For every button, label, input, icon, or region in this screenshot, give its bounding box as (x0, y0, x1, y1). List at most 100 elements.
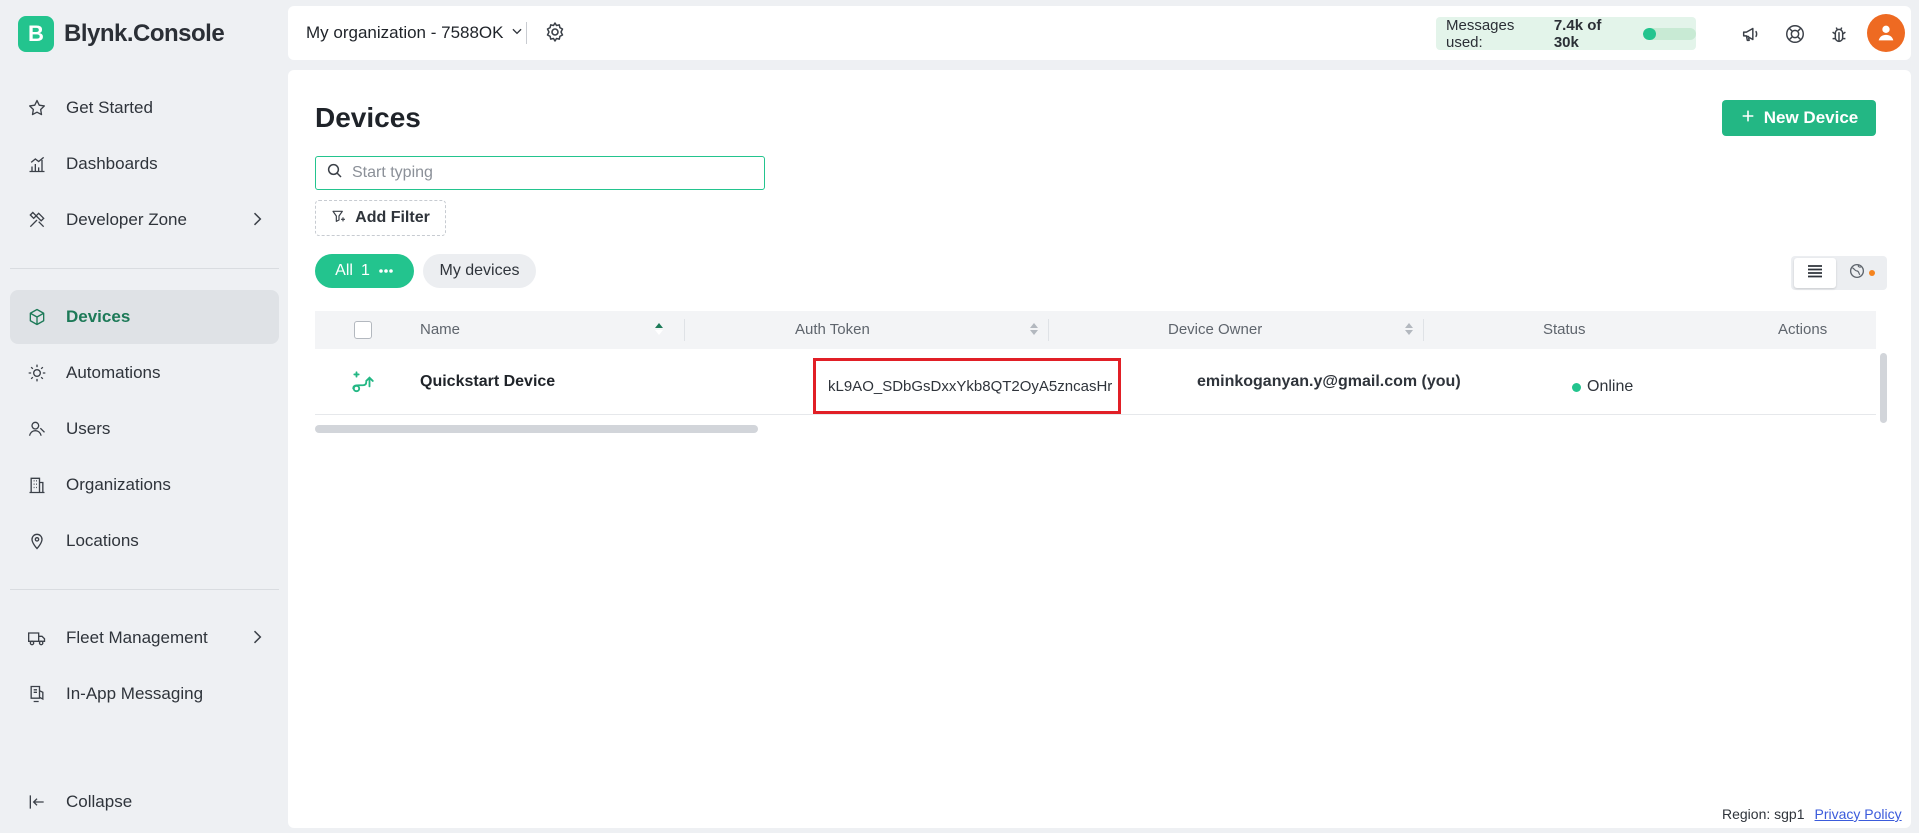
footer: Region: sgp1 Privacy Policy (1722, 806, 1902, 822)
device-name[interactable]: Quickstart Device (420, 373, 555, 391)
sidebar-item-devices[interactable]: Devices (10, 290, 279, 344)
table-row[interactable]: Quickstart Device kL9AO_SDbGsDxxYkb8QT2O… (315, 349, 1876, 415)
plus-icon (1740, 108, 1756, 129)
column-separator (684, 319, 685, 341)
sidebar-item-fleet-management[interactable]: Fleet Management (10, 612, 279, 664)
collapse-button[interactable]: Collapse (10, 776, 279, 828)
sidebar-item-users[interactable]: Users (10, 403, 279, 455)
megaphone-icon[interactable] (1738, 21, 1764, 47)
column-separator (1423, 319, 1424, 341)
logo[interactable]: B Blynk.Console (18, 16, 225, 52)
messages-usage[interactable]: Messages used: 7.4k of 30k (1436, 17, 1696, 51)
app-name: Blynk.Console (64, 20, 225, 47)
star-icon (26, 97, 48, 119)
message-icon (26, 683, 48, 705)
column-header-auth-token[interactable]: Auth Token (795, 321, 870, 338)
sidebar-item-get-started[interactable]: Get Started (10, 82, 279, 134)
search-input[interactable] (352, 164, 752, 182)
privacy-policy-link[interactable]: Privacy Policy (1815, 806, 1902, 822)
column-header-name[interactable]: Name (420, 321, 460, 338)
region-label: Region: sgp1 (1722, 806, 1805, 822)
list-icon (1807, 264, 1823, 283)
topbar: My organization - 7588OK Messages used: … (288, 6, 1911, 60)
bug-icon[interactable] (1826, 21, 1852, 47)
horizontal-scrollbar[interactable] (315, 425, 758, 433)
messages-progress-bar (1642, 27, 1696, 40)
globe-icon (1848, 262, 1866, 285)
sidebar-item-label: Get Started (66, 98, 153, 117)
add-filter-label: Add Filter (355, 209, 430, 226)
org-selector[interactable]: My organization - 7588OK (306, 23, 524, 43)
collapse-label: Collapse (66, 792, 133, 811)
sidebar-item-label: Organizations (66, 475, 171, 494)
select-all-checkbox[interactable] (354, 321, 372, 339)
sidebar-item-label: Developer Zone (66, 210, 187, 229)
new-device-label: New Device (1763, 108, 1859, 127)
avatar[interactable] (1867, 14, 1905, 52)
search-icon (326, 162, 344, 185)
chevron-down-icon (510, 23, 524, 43)
chip-all[interactable]: All 1 (315, 254, 414, 288)
collapse-icon (26, 791, 48, 813)
help-lifebuoy-icon[interactable] (1782, 21, 1808, 47)
auth-token-highlight[interactable]: kL9AO_SDbGsDxxYkb8QT2OyA5zncasHr (813, 358, 1121, 414)
sidebar-item-label: Fleet Management (66, 628, 208, 647)
column-header-status[interactable]: Status (1543, 321, 1586, 338)
column-separator (1048, 319, 1049, 341)
sidebar: B Blynk.Console Get Started Dashboards D… (0, 0, 288, 833)
sidebar-item-in-app-messaging[interactable]: In-App Messaging (10, 668, 279, 720)
tools-icon (26, 209, 48, 231)
sidebar-item-organizations[interactable]: Organizations (10, 459, 279, 511)
bar-chart-icon (26, 153, 48, 175)
view-toggle (1791, 256, 1887, 290)
sidebar-item-dashboards[interactable]: Dashboards (10, 138, 279, 190)
sidebar-divider (10, 589, 279, 590)
list-view-button[interactable] (1794, 258, 1836, 288)
sort-icon[interactable] (1029, 322, 1039, 340)
user-icon (26, 418, 48, 440)
status-online-dot (1572, 382, 1581, 392)
chip-all-count: 1 (360, 262, 370, 279)
sidebar-divider (10, 268, 279, 269)
chevron-right-icon (247, 209, 267, 234)
gear-icon[interactable] (543, 20, 567, 49)
new-device-button[interactable]: New Device (1722, 100, 1876, 136)
sidebar-item-label: In-App Messaging (66, 684, 204, 703)
pin-icon (26, 530, 48, 552)
sort-asc-icon[interactable] (654, 322, 664, 340)
vertical-scrollbar[interactable] (1880, 353, 1887, 423)
sun-gear-icon (26, 362, 48, 384)
logo-badge: B (18, 16, 54, 52)
chip-my-devices[interactable]: My devices (423, 254, 536, 288)
device-template-icon (350, 369, 376, 400)
page-title: Devices (315, 102, 421, 133)
org-name: My organization - 7588OK (306, 23, 504, 42)
sidebar-item-label: Devices (66, 307, 131, 326)
status-label: Online (1587, 378, 1634, 395)
device-owner: eminkoganyan.y@gmail.com (you) (1197, 373, 1461, 390)
column-header-device-owner[interactable]: Device Owner (1168, 321, 1262, 338)
device-status: Online (1572, 378, 1633, 396)
search-box[interactable] (315, 156, 765, 190)
auth-token-value[interactable]: kL9AO_SDbGsDxxYkb8QT2OyA5zncasHr (828, 378, 1112, 395)
notification-dot (1868, 270, 1875, 276)
table-header: Name Auth Token Device Owner Status Acti… (315, 311, 1876, 349)
sidebar-item-locations[interactable]: Locations (10, 515, 279, 567)
sidebar-item-label: Locations (66, 531, 139, 550)
sidebar-item-label: Dashboards (66, 154, 158, 173)
column-header-actions: Actions (1778, 321, 1828, 338)
sort-icon[interactable] (1404, 322, 1414, 340)
filter-icon (331, 208, 347, 229)
sidebar-item-label: Users (66, 419, 111, 438)
truck-icon (26, 627, 48, 649)
map-view-button[interactable] (1839, 258, 1883, 288)
add-filter-button[interactable]: Add Filter (315, 200, 446, 236)
main-panel: Devices New Device Add Filter All 1 My d… (288, 70, 1911, 828)
chevron-right-icon (247, 627, 267, 652)
building-icon (26, 474, 48, 496)
more-dots-icon[interactable] (378, 262, 394, 280)
cube-icon (26, 306, 48, 328)
messages-progress-fill (1642, 27, 1657, 40)
sidebar-item-developer-zone[interactable]: Developer Zone (10, 194, 279, 246)
sidebar-item-automations[interactable]: Automations (10, 347, 279, 399)
